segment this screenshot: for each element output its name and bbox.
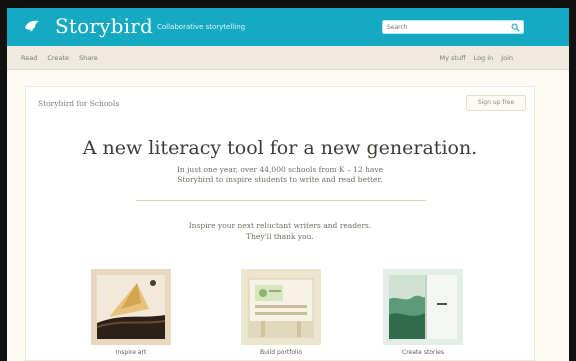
- section-title: Storybird for Schools: [38, 99, 120, 108]
- feature-card-label: Build portfolio: [259, 349, 303, 356]
- feature-card-stories[interactable]: [383, 269, 463, 345]
- feature-card-art[interactable]: [91, 269, 171, 345]
- inspire-line: They'll thank you.: [246, 232, 314, 241]
- inspire-line: Inspire your next reluctant writers and …: [188, 221, 372, 230]
- nav-link-read[interactable]: Read: [21, 54, 37, 62]
- main-content-panel: Storybird for Schools Sign up free A new…: [25, 86, 535, 361]
- nav-link-my-stuff[interactable]: My stuff: [440, 54, 466, 62]
- sub-navigation: Read Create Share My stuff Log in Join: [7, 46, 569, 70]
- nav-link-join[interactable]: Join: [501, 54, 513, 62]
- tagline: Collaborative storytelling: [157, 23, 246, 31]
- feature-card-label: Inspire art: [115, 349, 147, 356]
- page-headline: A new literacy tool for a new generation…: [82, 137, 478, 159]
- signup-button[interactable]: Sign up free: [466, 95, 526, 111]
- nav-link-log-in[interactable]: Log in: [474, 54, 494, 62]
- intro-line: In just one year, over 44,000 schools fr…: [176, 165, 384, 174]
- search-box: [382, 20, 524, 34]
- intro-line: Storybird to inspire students to write a…: [177, 175, 383, 184]
- inspire-text: Inspire your next reluctant writers and …: [26, 220, 534, 242]
- storybird-logo-icon[interactable]: [23, 19, 41, 33]
- intro-text: In just one year, over 44,000 schools fr…: [26, 165, 534, 185]
- portfolio-thumbnail-image: [241, 269, 321, 345]
- feature-card-label: Create stories: [402, 349, 444, 356]
- search-input[interactable]: [387, 22, 503, 32]
- nav-link-share[interactable]: Share: [79, 54, 98, 62]
- site-header: Storybird Collaborative storytelling: [7, 8, 569, 46]
- divider: [136, 200, 426, 201]
- search-icon[interactable]: [511, 23, 520, 32]
- stories-thumbnail-image: [383, 269, 463, 345]
- nav-link-create[interactable]: Create: [47, 54, 69, 62]
- art-thumbnail-image: [91, 269, 171, 345]
- feature-card-portfolio[interactable]: [241, 269, 321, 345]
- browser-page: Storybird Collaborative storytelling Rea…: [7, 8, 569, 361]
- brand-name[interactable]: Storybird: [55, 14, 153, 38]
